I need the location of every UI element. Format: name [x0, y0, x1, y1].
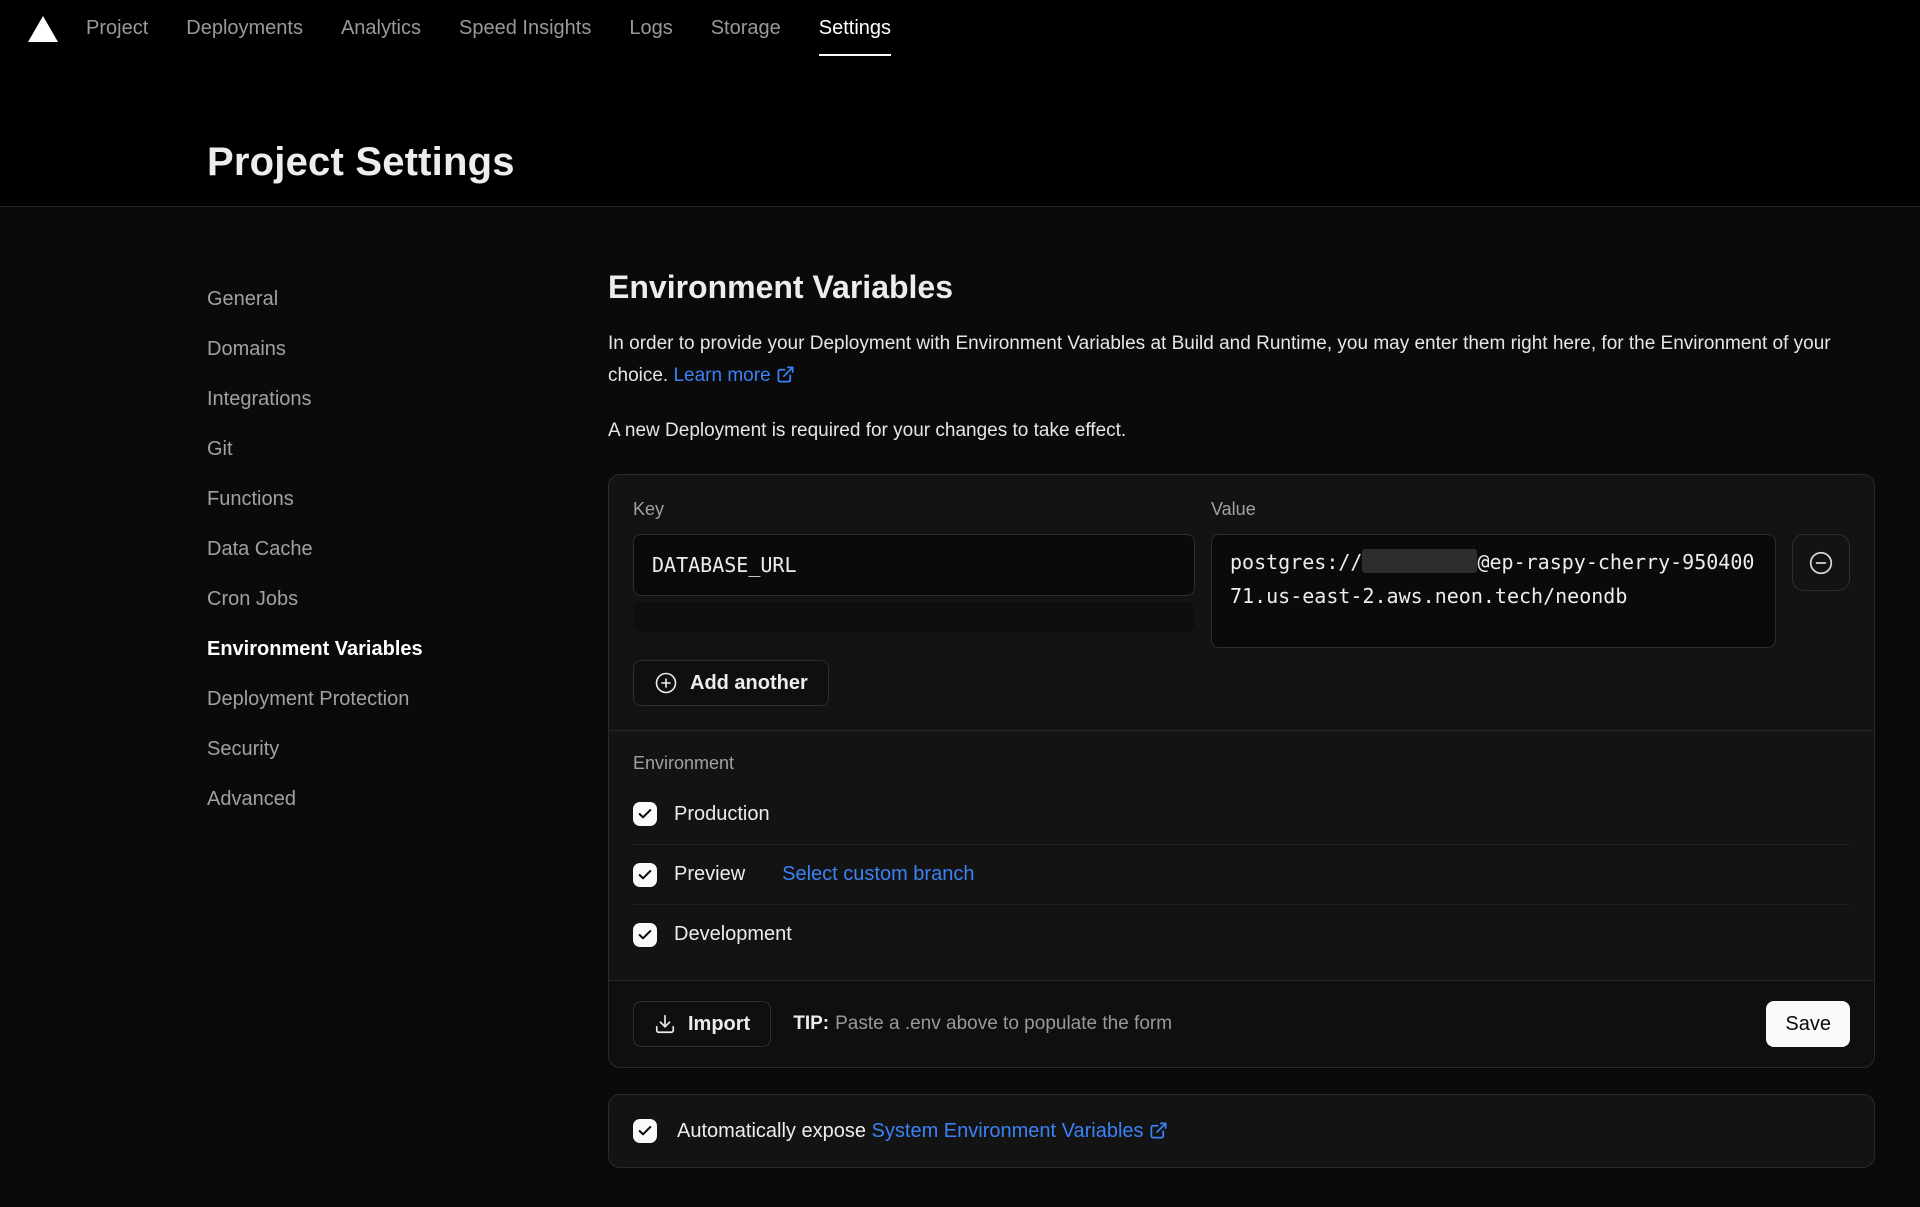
environment-row-production: Production [633, 784, 1850, 844]
vercel-logo[interactable] [28, 0, 58, 56]
section-description: In order to provide your Deployment with… [608, 328, 1875, 392]
redacted-credentials [1362, 549, 1477, 573]
plus-circle-icon [654, 671, 678, 695]
key-column: DATABASE_URL [633, 534, 1195, 648]
env-tip: TIP: Paste a .env above to populate the f… [793, 1013, 1172, 1035]
key-value-form: Key Value DATABASE_URL postgres:// @ep-ra… [609, 475, 1874, 730]
save-button[interactable]: Save [1766, 1001, 1850, 1047]
sidebar-item-general[interactable]: General [207, 274, 608, 324]
nav-tab-project[interactable]: Project [86, 0, 148, 56]
add-another-label: Add another [690, 672, 808, 695]
select-custom-branch-link[interactable]: Select custom branch [782, 863, 974, 886]
checkmark-icon [637, 806, 653, 822]
value-input[interactable]: postgres://@ep-raspy-cherry-95040071.us-… [1211, 534, 1776, 648]
development-label: Development [674, 923, 792, 946]
environment-selection: Environment Production Preview Select cu [609, 731, 1874, 980]
value-prefix: postgres:// [1230, 550, 1362, 574]
environment-row-development: Development [633, 904, 1850, 964]
nav-items: Project Deployments Analytics Speed Insi… [86, 0, 891, 56]
nav-tab-logs[interactable]: Logs [629, 0, 672, 56]
sidebar-item-functions[interactable]: Functions [207, 474, 608, 524]
checkmark-icon [637, 867, 653, 883]
import-button[interactable]: Import [633, 1001, 771, 1047]
vercel-triangle-icon [28, 15, 58, 42]
env-vars-card: Key Value DATABASE_URL postgres:// @ep-ra… [608, 474, 1875, 1068]
card-footer: Import TIP: Paste a .env above to populat… [609, 980, 1874, 1067]
environment-variables-section: Environment Variables In order to provid… [608, 207, 1875, 1207]
value-line1-suffix: @ep-raspy-cherry-95040 [1477, 550, 1742, 574]
sidebar-item-domains[interactable]: Domains [207, 324, 608, 374]
page-title: Project Settings [207, 140, 1920, 185]
external-link-icon [776, 365, 795, 384]
tip-text: Paste a .env above to populate the form [835, 1013, 1172, 1034]
value-label: Value [1211, 499, 1776, 520]
nav-tab-settings[interactable]: Settings [819, 0, 891, 56]
sidebar-item-deployment-protection[interactable]: Deployment Protection [207, 674, 608, 724]
tip-bold-label: TIP: [793, 1013, 829, 1034]
production-label: Production [674, 803, 770, 826]
preview-checkbox[interactable] [633, 863, 657, 887]
checkmark-icon [637, 1123, 653, 1139]
nav-tab-deployments[interactable]: Deployments [186, 0, 303, 56]
learn-more-link[interactable]: Learn more [673, 365, 794, 386]
key-input-extra-row [633, 602, 1195, 632]
sidebar-item-environment-variables[interactable]: Environment Variables [207, 624, 608, 674]
system-env-variables-link[interactable]: System Environment Variables [872, 1120, 1168, 1142]
minus-circle-icon [1808, 550, 1834, 576]
download-icon [654, 1013, 676, 1035]
development-checkbox[interactable] [633, 923, 657, 947]
sidebar-item-git[interactable]: Git [207, 424, 608, 474]
sidebar-item-advanced[interactable]: Advanced [207, 774, 608, 824]
remove-row-button[interactable] [1792, 534, 1850, 591]
settings-main: General Domains Integrations Git Functio… [0, 207, 1920, 1207]
nav-tab-storage[interactable]: Storage [711, 0, 781, 56]
settings-sidebar: General Domains Integrations Git Functio… [207, 207, 608, 1207]
key-input[interactable]: DATABASE_URL [633, 534, 1195, 596]
auto-expose-checkbox[interactable] [633, 1119, 657, 1143]
sidebar-item-integrations[interactable]: Integrations [207, 374, 608, 424]
key-input-value: DATABASE_URL [652, 553, 797, 577]
learn-more-label: Learn more [673, 365, 770, 386]
environment-label: Environment [633, 753, 1850, 774]
system-env-expose-card: Automatically expose System Environment … [608, 1094, 1875, 1168]
auto-expose-label: Automatically expose [677, 1120, 866, 1142]
system-env-variables-label: System Environment Variables [872, 1120, 1144, 1142]
auto-expose-text: Automatically expose System Environment … [677, 1120, 1168, 1143]
environment-row-preview: Preview Select custom branch [633, 844, 1850, 904]
sidebar-item-security[interactable]: Security [207, 724, 608, 774]
deployment-note: A new Deployment is required for your ch… [608, 420, 1875, 442]
page-header: Project Settings [0, 56, 1920, 207]
add-another-button[interactable]: Add another [633, 660, 829, 706]
production-checkbox[interactable] [633, 802, 657, 826]
preview-label: Preview [674, 863, 745, 886]
external-link-icon [1149, 1121, 1168, 1140]
sidebar-item-data-cache[interactable]: Data Cache [207, 524, 608, 574]
key-label: Key [633, 499, 1195, 520]
import-label: Import [688, 1013, 750, 1036]
nav-tab-speed-insights[interactable]: Speed Insights [459, 0, 591, 56]
sidebar-item-cron-jobs[interactable]: Cron Jobs [207, 574, 608, 624]
top-navigation: Project Deployments Analytics Speed Insi… [0, 0, 1920, 56]
checkmark-icon [637, 927, 653, 943]
section-heading: Environment Variables [608, 269, 1875, 306]
nav-tab-analytics[interactable]: Analytics [341, 0, 421, 56]
